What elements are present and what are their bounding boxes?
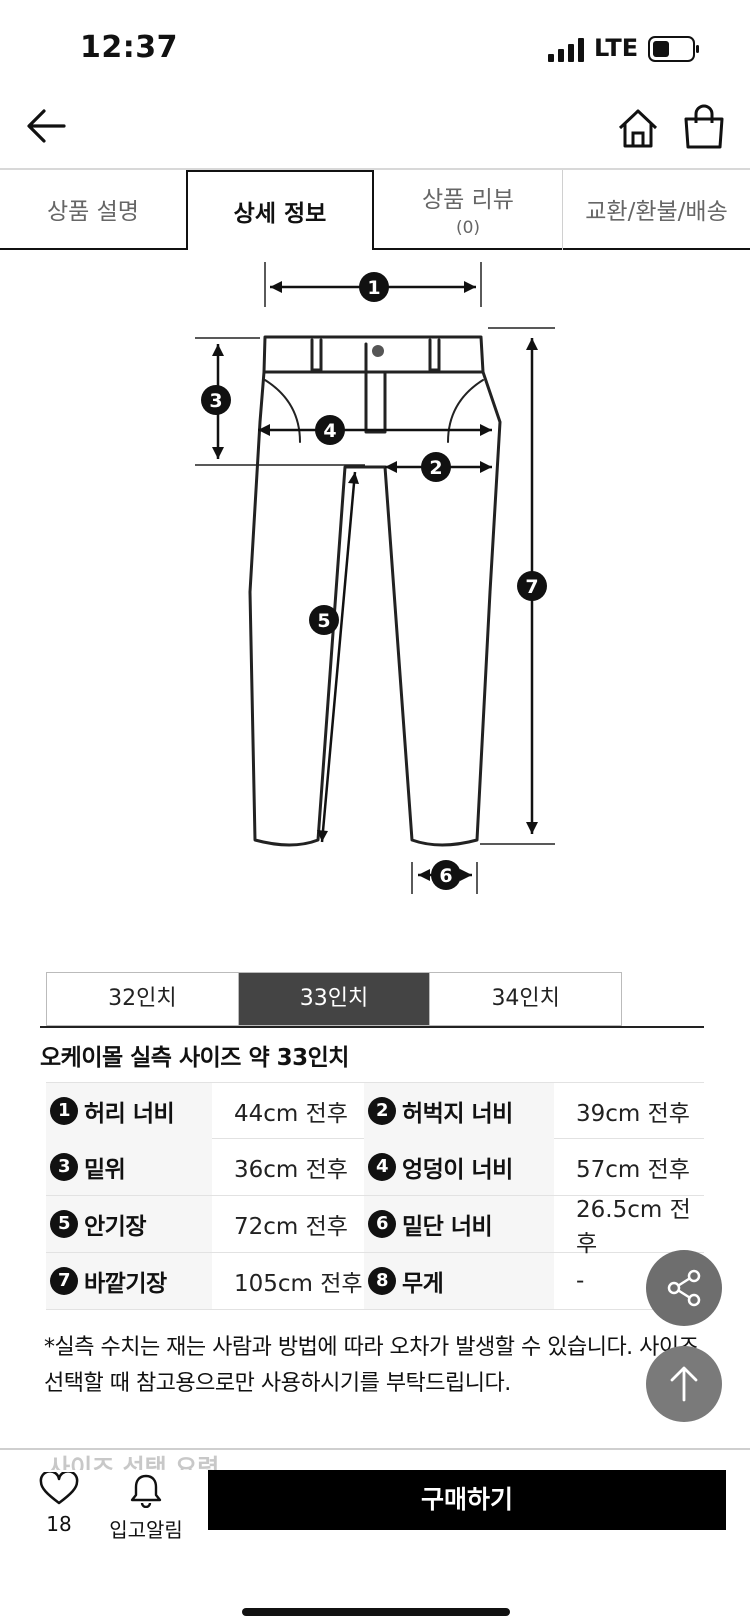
tab-label: 상품 리뷰 xyxy=(422,187,514,213)
size-guide-peek: 사이즈 선택 요령 xyxy=(48,1454,220,1470)
measure-value: 44cm 전후 xyxy=(234,1101,348,1127)
measure-value: 36cm 전후 xyxy=(234,1157,348,1183)
pants-size-diagram: 1 2 3 4 5 6 7 xyxy=(195,262,555,894)
tab-detail-info[interactable]: 상세 정보 xyxy=(186,170,374,250)
measure-label: 2 허벅지 너비 xyxy=(364,1083,554,1139)
measure-label: 5 안기장 xyxy=(46,1196,212,1252)
measure-label: 3 밑위 xyxy=(46,1139,212,1195)
table-row: 1 허리 너비 44cm 전후 2 허벅지 너비 39cm 전후 xyxy=(46,1082,704,1139)
tab-label: 교환/환불/배송 xyxy=(585,199,728,225)
size-option-34[interactable]: 34인치 xyxy=(430,973,621,1025)
marker-7: 7 xyxy=(517,571,547,601)
like-button[interactable]: 18 xyxy=(36,1470,82,1536)
restock-label: 입고알림 xyxy=(109,1518,183,1542)
marker-2: 2 xyxy=(421,452,451,482)
marker-1: 1 xyxy=(359,272,389,302)
measure-label: 1 허리 너비 xyxy=(46,1083,212,1139)
status-time: 12:37 xyxy=(80,30,178,65)
measure-value: 105cm 전후 xyxy=(234,1271,363,1297)
scroll-top-button[interactable] xyxy=(646,1346,722,1422)
svg-text:1: 1 xyxy=(367,277,380,299)
home-indicator xyxy=(242,1608,510,1616)
measure-value: 26.5cm 전후 xyxy=(576,1197,691,1257)
marker-4: 4 xyxy=(315,415,345,445)
arrow-left-icon[interactable] xyxy=(24,104,68,148)
size-selector: 32인치 33인치 34인치 xyxy=(46,972,622,1026)
status-bar: 12:37 LTE xyxy=(0,0,750,96)
svg-text:5: 5 xyxy=(317,610,330,632)
size-option-32[interactable]: 32인치 xyxy=(47,973,239,1025)
measure-label: 8 무게 xyxy=(364,1253,554,1309)
arrow-up-icon xyxy=(670,1366,698,1402)
battery-icon xyxy=(648,36,699,62)
tab-product-review[interactable]: 상품 리뷰 (0) xyxy=(374,170,562,250)
heart-icon xyxy=(39,1470,79,1505)
tab-product-description[interactable]: 상품 설명 xyxy=(0,170,186,250)
tab-exchange-refund-shipping[interactable]: 교환/환불/배송 xyxy=(563,170,750,250)
marker-3: 3 xyxy=(201,385,231,415)
marker-5: 5 xyxy=(309,605,339,635)
signal-icon xyxy=(548,38,584,62)
table-row: 7 바깥기장 105cm 전후 8 무게 - xyxy=(46,1253,704,1310)
measurement-note: *실측 수치는 재는 사람과 방법에 따라 오차가 발생할 수 있습니다. 사이… xyxy=(44,1335,699,1396)
share-icon xyxy=(667,1269,701,1307)
top-navigation xyxy=(0,96,750,166)
svg-text:3: 3 xyxy=(209,390,222,412)
home-icon[interactable] xyxy=(616,106,660,150)
like-count: 18 xyxy=(46,1512,72,1536)
svg-text:2: 2 xyxy=(429,457,442,479)
marker-6: 6 xyxy=(431,860,461,890)
svg-text:6: 6 xyxy=(439,865,452,887)
measure-value: 72cm 전후 xyxy=(234,1214,348,1240)
tab-label: 상세 정보 xyxy=(233,201,327,227)
measure-label: 4 엉덩이 너비 xyxy=(364,1139,554,1195)
size-option-33[interactable]: 33인치 xyxy=(238,973,431,1025)
tab-label: 상품 설명 xyxy=(47,199,139,225)
restock-alert-button[interactable]: 입고알림 xyxy=(104,1472,188,1543)
share-button[interactable] xyxy=(646,1250,722,1326)
measure-value: 39cm 전후 xyxy=(576,1101,690,1127)
review-count: (0) xyxy=(455,218,481,238)
measurement-heading: 오케이몰 실측 사이즈 약 33인치 xyxy=(40,1045,349,1071)
bell-icon xyxy=(130,1474,162,1509)
network-label: LTE xyxy=(594,34,639,62)
measure-value: 57cm 전후 xyxy=(576,1157,690,1183)
measurement-table: 1 허리 너비 44cm 전후 2 허벅지 너비 39cm 전후 3 밑위 36cm … xyxy=(46,1082,704,1310)
product-tabs: 상품 설명 상세 정보 상품 리뷰 (0) 교환/환불/배송 xyxy=(0,168,750,250)
measure-label: 6 밑단 너비 xyxy=(364,1196,554,1252)
buy-button[interactable]: 구매하기 xyxy=(208,1470,726,1530)
shopping-bag-icon[interactable] xyxy=(682,104,726,150)
measure-label: 7 바깥기장 xyxy=(46,1253,212,1309)
svg-text:7: 7 xyxy=(525,576,538,598)
divider xyxy=(40,1026,704,1028)
table-row: 3 밑위 36cm 전후 4 엉덩이 너비 57cm 전후 xyxy=(46,1139,704,1196)
table-row: 5 안기장 72cm 전후 6 밑단 너비 26.5cm 전후 xyxy=(46,1196,704,1257)
svg-text:4: 4 xyxy=(323,420,336,442)
bottom-action-bar: 사이즈 선택 요령 18 입고알림 구매하기 xyxy=(0,1448,750,1623)
